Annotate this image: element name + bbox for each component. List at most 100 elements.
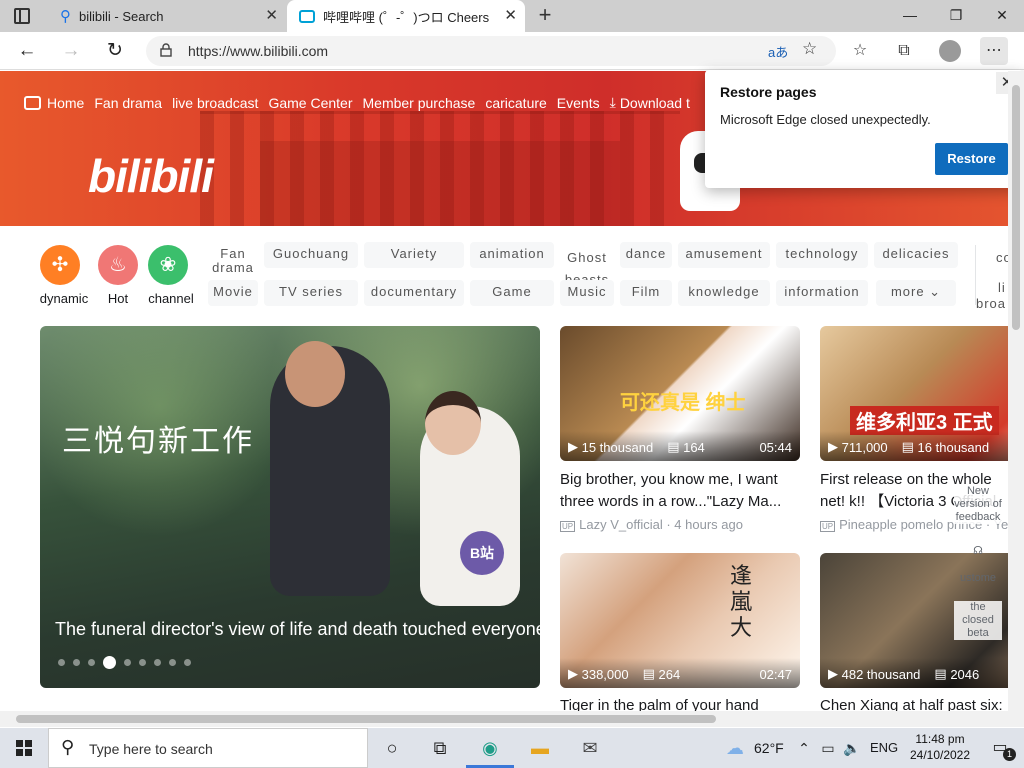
customer-service-button[interactable]: ustome — [954, 572, 1002, 585]
category-ghost-beasts[interactable]: Ghost beasts — [560, 247, 614, 287]
carousel-dot[interactable] — [184, 659, 191, 666]
back-icon[interactable]: ← — [12, 36, 42, 66]
category-game[interactable]: Game — [470, 280, 554, 306]
dynamic-icon[interactable]: ✣ — [40, 245, 80, 285]
carousel-dot[interactable] — [139, 659, 146, 666]
add-favorite-icon[interactable]: ☆ — [802, 39, 817, 59]
nav-caricature[interactable]: caricature — [485, 95, 546, 111]
close-tab-icon[interactable]: ✕ — [265, 7, 278, 25]
close-tab-icon[interactable]: ✕ — [504, 7, 517, 25]
carousel-dot[interactable] — [73, 659, 80, 666]
category-delicacies[interactable]: delicacies — [874, 242, 958, 268]
refresh-icon[interactable]: ↻ — [100, 36, 130, 66]
view-count: 711,000 — [841, 440, 888, 455]
category-animation[interactable]: animation — [470, 242, 554, 268]
category-film[interactable]: Film — [620, 280, 672, 306]
settings-more-icon[interactable]: ⋯ — [980, 37, 1008, 65]
comment-icon: ▤ — [901, 439, 918, 454]
restore-button[interactable]: Restore — [935, 143, 1008, 175]
carousel-dot[interactable] — [169, 659, 176, 666]
weather-icon[interactable]: ☁ — [720, 728, 750, 768]
search-placeholder[interactable]: Type here to search — [89, 741, 213, 757]
bilibili-logo[interactable]: bilibili — [88, 149, 214, 203]
video-thumbnail[interactable]: 逢嵐大 ▶ 338,000 ▤ 264 02:47 — [560, 553, 800, 688]
carousel-dot-active[interactable] — [103, 656, 116, 669]
file-explorer-icon[interactable]: ▬ — [516, 728, 564, 768]
category-guochuang[interactable]: Guochuang — [264, 242, 358, 268]
maximize-button[interactable]: ❐ — [933, 0, 979, 32]
category-cut-2[interactable]: li — [998, 280, 1006, 295]
category-amusement[interactable]: amusement — [678, 242, 770, 268]
customer-service-icon[interactable]: ☊ — [954, 545, 1002, 558]
category-knowledge[interactable]: knowledge — [678, 280, 770, 306]
category-music[interactable]: Music — [560, 280, 614, 306]
language-indicator[interactable]: ENG — [870, 740, 898, 755]
feedback-button[interactable]: New version of feedback — [954, 485, 1002, 524]
collections-icon[interactable]: ⧉ — [890, 37, 918, 65]
carousel-dot[interactable] — [154, 659, 161, 666]
hot-icon[interactable]: ♨ — [98, 245, 138, 285]
close-window-button[interactable]: ✕ — [979, 0, 1024, 32]
category-dance[interactable]: dance — [620, 242, 672, 268]
video-title[interactable]: Chen Xiang at half past six: — [820, 695, 1008, 711]
taskbar-search-box[interactable]: ⚲ Type here to search — [48, 728, 368, 768]
uploader-name[interactable]: Lazy V_official — [579, 517, 663, 532]
category-cut-3[interactable]: broa — [976, 296, 1006, 311]
new-tab-button[interactable]: + — [533, 4, 557, 28]
category-cut-1[interactable]: co — [996, 250, 1008, 265]
volume-icon[interactable]: 🔈 — [840, 728, 864, 768]
carousel-dot[interactable] — [58, 659, 65, 666]
nav-home[interactable]: Home — [47, 95, 84, 111]
edge-icon[interactable]: ◉ — [466, 728, 514, 768]
carousel-dot[interactable] — [88, 659, 95, 666]
nav-download[interactable]: Download t — [620, 95, 690, 111]
favorites-icon[interactable]: ☆ — [846, 37, 874, 65]
minimize-button[interactable]: — — [887, 0, 933, 32]
category-tv-series[interactable]: TV series — [264, 280, 358, 306]
nav-live[interactable]: live broadcast — [172, 95, 258, 111]
url-text[interactable]: https://www.bilibili.com — [188, 43, 328, 59]
horizontal-scrollbar[interactable] — [0, 711, 1008, 727]
forward-icon[interactable]: → — [56, 36, 86, 66]
category-variety[interactable]: Variety — [364, 242, 464, 268]
cortana-icon[interactable]: ○ — [368, 728, 416, 768]
clock[interactable]: 11:48 pm 24/10/2022 — [900, 731, 980, 763]
channel-icon[interactable]: ❀ — [148, 245, 188, 285]
mail-icon[interactable]: ✉ — [566, 728, 614, 768]
popup-title: Restore pages — [720, 84, 817, 100]
category-movie[interactable]: Movie — [208, 280, 258, 306]
lock-icon[interactable] — [160, 43, 172, 57]
nav-member-purchase[interactable]: Member purchase — [363, 95, 476, 111]
weather-temp[interactable]: 62°F — [754, 740, 784, 756]
category-information[interactable]: information — [776, 280, 868, 306]
video-title[interactable]: Big brother, you know me, I want three w… — [560, 469, 800, 513]
nav-game-center[interactable]: Game Center — [268, 95, 352, 111]
nav-events[interactable]: Events — [557, 95, 600, 111]
profile-avatar[interactable] — [936, 37, 964, 65]
tab-bilibili-home[interactable]: 哔哩哔哩 (゜-゜)つロ Cheers ~-bilibili ✕ — [287, 0, 525, 32]
windows-start-icon[interactable] — [0, 728, 48, 768]
closed-beta-button[interactable]: the closed beta — [954, 601, 1002, 640]
vertical-scrollbar[interactable] — [1008, 71, 1024, 711]
tab-bilibili-search[interactable]: ⚲ bilibili - Search ✕ — [48, 0, 286, 32]
carousel-dot[interactable] — [124, 659, 131, 666]
network-icon[interactable]: ▭ — [816, 728, 840, 768]
read-aloud-icon[interactable]: aあ — [768, 42, 788, 61]
video-thumbnail[interactable]: 可还真是 绅士 ▶ 15 thousand ▤ 164 05:44 — [560, 326, 800, 461]
chevron-up-icon[interactable]: ⌃ — [792, 728, 816, 768]
category-technology[interactable]: technology — [776, 242, 868, 268]
uploader-line[interactable]: UP Lazy V_official · 4 hours ago — [560, 517, 743, 532]
hero-caption[interactable]: The funeral director's view of life and … — [55, 619, 540, 640]
hero-carousel[interactable]: 三悦句新工作 B站 The funeral director's view of… — [40, 326, 540, 688]
channel-label[interactable]: channel — [136, 291, 206, 306]
category-documentary[interactable]: documentary — [364, 280, 464, 306]
task-view-icon[interactable]: ⧉ — [416, 728, 464, 768]
video-thumbnail[interactable]: 维多利亚3 正式 ▶ 711,000 ▤ 16 thousand — [820, 326, 1008, 461]
tab-actions-icon[interactable] — [14, 8, 30, 24]
nav-fan-drama[interactable]: Fan drama — [94, 95, 162, 111]
video-title[interactable]: Tiger in the palm of your hand — [560, 695, 800, 711]
category-more-button[interactable]: more ⌄ — [876, 280, 956, 306]
address-bar[interactable]: https://www.bilibili.com aあ ☆ — [146, 36, 836, 66]
category-fan-drama[interactable]: Fan drama — [208, 247, 258, 275]
carousel-dots[interactable] — [58, 656, 191, 669]
